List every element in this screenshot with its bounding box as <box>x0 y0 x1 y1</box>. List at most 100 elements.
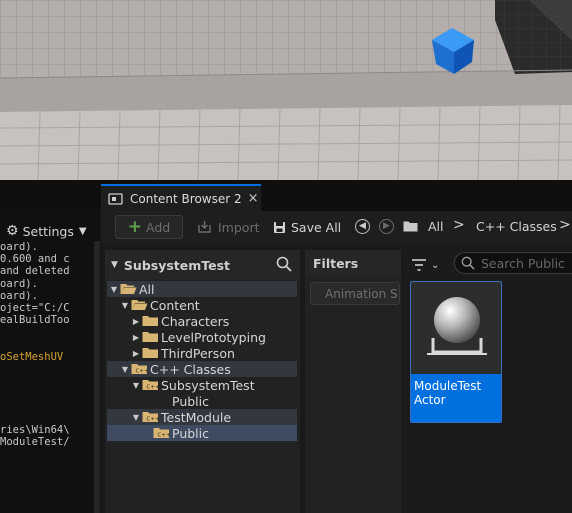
tab-close-icon[interactable]: × <box>248 191 259 206</box>
collapsed-arrow-icon[interactable]: ▶ <box>131 349 141 358</box>
collapsed-arrow-icon[interactable]: ▶ <box>131 333 141 342</box>
svg-text:C++: C++ <box>147 385 160 391</box>
filter-chip-animation[interactable]: Animation S <box>310 282 400 305</box>
cpp-folder-icon: C++ <box>131 363 149 375</box>
svg-text:C++: C++ <box>136 369 149 375</box>
add-label: Add <box>146 219 171 235</box>
add-button[interactable]: + Add <box>115 215 183 239</box>
collapsed-arrow-icon[interactable]: ▶ <box>131 317 141 326</box>
asset-search-placeholder: Search Public <box>481 255 565 271</box>
folder-icon <box>142 347 159 359</box>
tree-item-content[interactable]: ▼ Content <box>107 297 297 313</box>
save-icon <box>274 221 285 233</box>
tree-item-c-classes[interactable]: ▼ C++ C++ Classes <box>107 361 297 377</box>
tree-item-testmodule[interactable]: ▼ C++ TestModule <box>107 409 297 425</box>
output-log-panel: ⚙ Settings ▼ oard). 0.600 and c and delete… <box>0 211 100 513</box>
tree-item-label: ThirdPerson <box>161 345 235 361</box>
log-line: oject="C:/C <box>0 301 70 314</box>
tab-label: Content Browser 2 <box>130 191 242 206</box>
asset-tile[interactable]: ModuleTest Actor <box>410 281 502 423</box>
log-line: and deleted <box>0 265 70 278</box>
asset-thumbnail <box>411 282 501 374</box>
viewport-scene <box>0 0 572 180</box>
expand-arrow-icon[interactable]: ▼ <box>120 365 130 374</box>
tree-item-label: Public <box>172 425 209 441</box>
blue-cube[interactable] <box>428 26 478 76</box>
search-icon <box>461 256 475 270</box>
tree-item-all[interactable]: ▼ All <box>107 281 297 297</box>
expand-arrow-icon[interactable]: ▼ <box>131 413 141 422</box>
breadcrumb-separator-icon[interactable]: > <box>453 217 465 233</box>
import-icon <box>198 221 211 233</box>
log-scrollbar[interactable] <box>94 241 100 513</box>
asset-search-input[interactable]: Search Public <box>454 252 572 274</box>
actor-sphere-icon <box>427 297 487 355</box>
log-line: 0.600 and c <box>0 253 70 266</box>
svg-text:C++: C++ <box>147 417 160 423</box>
breadcrumb-separator-icon[interactable]: > <box>559 217 571 233</box>
plus-icon: + <box>127 217 143 237</box>
chevron-down-icon: ⌄ <box>431 259 440 271</box>
tree-item-label: TestModule <box>161 409 232 425</box>
sources-title: SubsystemTest <box>123 257 231 273</box>
tab-content-browser[interactable]: Content Browser 2 × <box>101 184 261 211</box>
log-line: oard). <box>0 277 38 290</box>
tree-item-subsystemtest[interactable]: ▼ C++ SubsystemTest <box>107 377 297 393</box>
tab-bar: Content Browser 2 × <box>0 180 572 211</box>
filter-icon <box>412 259 426 271</box>
sources-panel: ▼ SubsystemTest ▼ All ▼ Content ▶ Characters ▶… <box>105 250 300 513</box>
chevron-down-icon: ▼ <box>78 225 87 237</box>
filter-dropdown[interactable]: ⌄ <box>411 256 443 274</box>
expand-arrow-icon[interactable]: ▼ <box>131 381 141 390</box>
folder-icon <box>403 221 418 232</box>
level-viewport[interactable] <box>0 0 572 180</box>
tree-item-public[interactable]: Public <box>107 393 297 409</box>
output-log-text: oard). 0.600 and c and deleted oard). oard).… <box>0 240 96 448</box>
save-all-button[interactable]: Save All <box>273 215 341 239</box>
folder-open-icon <box>120 283 137 295</box>
cpp-folder-icon: C++ <box>142 411 160 423</box>
tree-item-label: Public <box>172 393 209 409</box>
content-browser-toolbar: + Add Import Save All ◀ ▶ All > C++ Clas… <box>101 211 572 243</box>
tree-item-characters[interactable]: ▶ Characters <box>107 313 297 329</box>
tree-item-label: Content <box>150 297 200 313</box>
tree-item-label: Characters <box>161 313 230 329</box>
filters-title: Filters <box>305 250 401 276</box>
tree-item-public[interactable]: C++ Public <box>107 425 297 441</box>
import-button[interactable]: Import <box>197 215 260 239</box>
log-line: ModuleTest/ <box>0 436 70 448</box>
log-line: oard). <box>0 241 38 253</box>
breadcrumb-all[interactable]: All <box>428 219 444 234</box>
settings-label: Settings <box>22 223 74 239</box>
filters-panel: Filters Animation S <box>305 250 401 513</box>
log-line: oard). <box>0 289 38 302</box>
content-browser: + Add Import Save All ◀ ▶ All > C++ Clas… <box>101 211 572 513</box>
breadcrumb-cpp-classes[interactable]: C++ Classes <box>476 219 557 234</box>
import-label: Import <box>218 219 260 235</box>
cpp-folder-icon: C++ <box>142 379 160 391</box>
search-icon[interactable] <box>276 256 292 272</box>
folder-icon <box>142 315 159 327</box>
history-back-icon[interactable]: ◀ <box>355 219 370 234</box>
expand-arrow-icon[interactable]: ▼ <box>109 285 119 294</box>
folder-open-icon <box>131 299 148 311</box>
asset-name: ModuleTest Actor <box>411 374 501 422</box>
cpp-folder-icon: C++ <box>153 427 171 439</box>
asset-name-line1: ModuleTest <box>414 379 482 393</box>
tree-item-thirdperson[interactable]: ▶ ThirdPerson <box>107 345 297 361</box>
tree-item-levelprototyping[interactable]: ▶ LevelPrototyping <box>107 329 297 345</box>
tree-item-label: SubsystemTest <box>161 377 255 393</box>
gear-icon: ⚙ <box>6 223 19 239</box>
sources-header[interactable]: ▼ SubsystemTest <box>105 250 300 280</box>
collapse-arrow-icon[interactable]: ▼ <box>111 260 118 270</box>
log-line: oSetMeshUV <box>0 350 64 363</box>
history-forward-icon[interactable]: ▶ <box>379 219 394 234</box>
expand-arrow-icon[interactable]: ▼ <box>120 301 130 310</box>
tree-item-label: All <box>139 281 155 297</box>
